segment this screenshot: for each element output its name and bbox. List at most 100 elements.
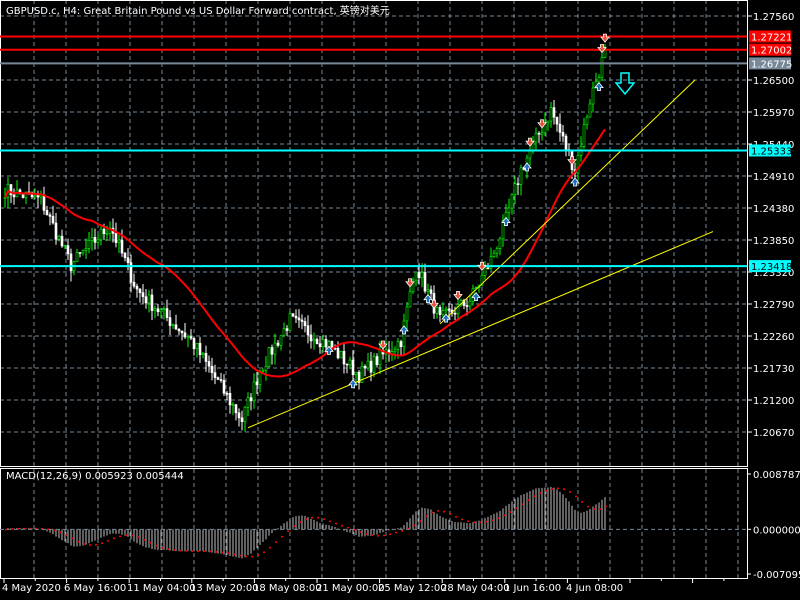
candle-body <box>276 342 280 346</box>
candle-body <box>69 253 73 272</box>
candle-body <box>237 412 241 419</box>
macd-signal-dot <box>179 549 181 552</box>
price-level-label: 1.26775 <box>751 59 792 70</box>
candle-body <box>309 334 313 342</box>
candle-body <box>213 372 217 378</box>
macd-signal-dot <box>161 547 163 549</box>
macd-signal-dot <box>113 537 115 540</box>
candle-body <box>90 237 94 241</box>
candle-body <box>420 272 424 279</box>
candle-body <box>465 305 469 307</box>
candle-body <box>195 342 199 350</box>
candle-body <box>519 167 523 185</box>
macd-signal-dot <box>209 550 211 553</box>
candle-body <box>312 338 316 342</box>
macd-signal-dot <box>329 520 331 523</box>
candle-body <box>501 220 505 240</box>
candle-body <box>156 308 160 313</box>
macd-signal-dot <box>305 518 307 520</box>
price-tick-label: 1.27560 <box>753 12 794 23</box>
candle-body <box>45 210 49 216</box>
candle-body <box>366 360 370 369</box>
price-tick-label: 1.24380 <box>753 204 794 215</box>
trendline <box>247 231 714 429</box>
macd-tick-label: -0.007095 <box>753 570 800 581</box>
candle-body <box>171 324 175 327</box>
candle-body <box>282 328 286 336</box>
macd-signal-dot <box>227 552 229 555</box>
macd-signal-dot <box>485 520 487 523</box>
candle-body <box>36 195 40 198</box>
candle-body <box>207 361 211 367</box>
candle-body <box>150 294 154 311</box>
candle-body <box>228 393 232 406</box>
macd-signal-dot <box>473 521 475 524</box>
candle-body <box>189 336 193 339</box>
candle-body <box>219 379 223 381</box>
candle-body <box>507 207 511 213</box>
macd-signal-dot <box>281 535 283 538</box>
macd-signal-dot <box>233 553 235 556</box>
macd-signal-dot <box>89 544 91 546</box>
macd-signal-dot <box>47 528 49 531</box>
candle-body <box>513 183 517 195</box>
macd-signal-dot <box>395 531 397 534</box>
macd-signal-dot <box>431 511 433 514</box>
candle-body <box>597 77 601 83</box>
candle-body <box>546 120 550 124</box>
candle-body <box>564 135 568 150</box>
candle-body <box>234 404 238 414</box>
macd-signal-dot <box>203 550 205 553</box>
candle-body <box>105 233 109 235</box>
price-tick-label: 1.21200 <box>753 396 794 407</box>
macd-signal-dot <box>533 495 535 497</box>
macd-signal-dot <box>599 508 601 510</box>
candle-body <box>495 248 499 254</box>
candle-body <box>231 404 235 406</box>
macd-signal-dot <box>323 518 325 520</box>
price-tick-label: 1.25970 <box>753 108 794 119</box>
candle-body <box>141 292 145 298</box>
candle-body <box>552 107 556 118</box>
price-chart[interactable]: 1.275601.265001.259701.254401.249101.243… <box>0 0 800 600</box>
candle-body <box>291 313 295 317</box>
candle-body <box>588 103 592 118</box>
candle-body <box>315 338 319 345</box>
candle-body <box>162 308 166 311</box>
macd-signal-dot <box>191 550 193 552</box>
macd-signal-dot <box>269 546 271 549</box>
macd-signal-dot <box>215 551 217 553</box>
macd-signal-dot <box>293 525 295 527</box>
price-tick-label: 1.22790 <box>753 300 794 311</box>
macd-signal-dot <box>539 492 541 494</box>
candle-body <box>321 339 325 348</box>
candle-body <box>549 107 553 122</box>
candle-body <box>99 228 103 241</box>
candle-body <box>186 336 190 339</box>
time-label: 18 May 08:00 <box>253 583 322 594</box>
macd-signal-dot <box>527 499 529 501</box>
macd-signal-dot <box>299 521 301 523</box>
macd-signal-dot <box>197 550 199 553</box>
macd-signal-dot <box>413 524 415 527</box>
macd-signal-dot <box>317 516 319 519</box>
macd-signal-dot <box>419 520 421 522</box>
candle-body <box>591 87 595 105</box>
macd-signal-dot <box>5 528 7 531</box>
macd-signal-dot <box>275 541 277 543</box>
macd-signal-dot <box>401 530 403 532</box>
macd-signal-dot <box>59 531 61 534</box>
macd-signal-dot <box>545 489 547 492</box>
candle-body <box>84 248 88 251</box>
macd-signal-dot <box>521 503 523 505</box>
candle-body <box>354 371 358 376</box>
candle-body <box>174 324 178 330</box>
candle-body <box>429 289 433 294</box>
candle-body <box>264 366 268 371</box>
candle-body <box>216 377 220 380</box>
macd-signal-dot <box>137 536 139 538</box>
candle-body <box>318 343 322 348</box>
macd-signal-dot <box>131 534 133 537</box>
candle-body <box>252 381 256 402</box>
candle-body <box>300 319 304 322</box>
